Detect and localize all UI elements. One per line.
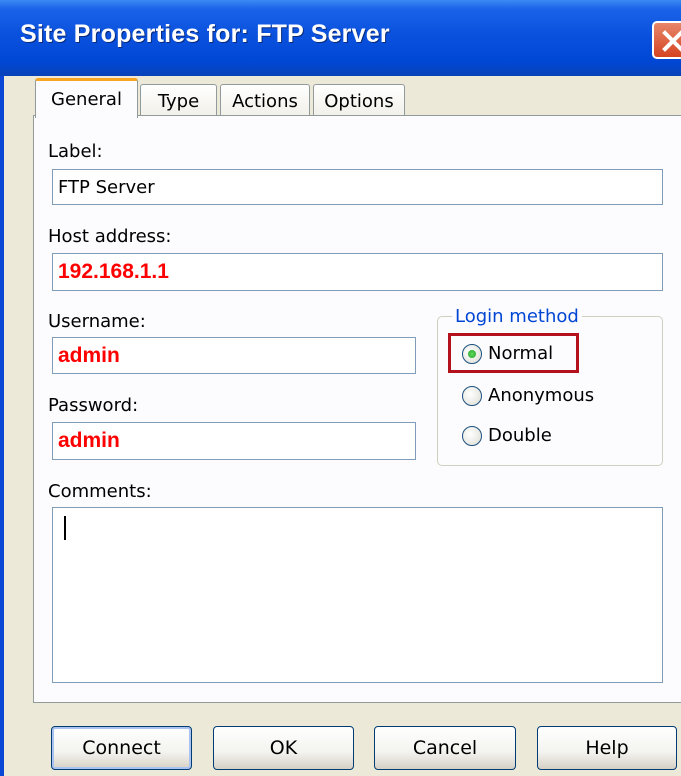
- window-border: [0, 76, 4, 776]
- tab-type[interactable]: Type: [140, 84, 217, 118]
- cancel-button[interactable]: Cancel: [374, 726, 516, 770]
- tab-label: Type: [157, 91, 200, 112]
- password-caption: Password:: [48, 395, 139, 416]
- host-address-input[interactable]: 192.168.1.1: [52, 253, 663, 291]
- radio-anonymous[interactable]: Anonymous: [462, 385, 594, 406]
- tab-label: Actions: [232, 91, 298, 112]
- label-caption: Label:: [48, 141, 103, 162]
- close-icon: [662, 30, 681, 52]
- username-input[interactable]: admin: [52, 337, 416, 374]
- window-title: Site Properties for: FTP Server: [20, 20, 390, 48]
- radio-double[interactable]: Double: [462, 425, 552, 446]
- login-method-legend: Login method: [452, 306, 582, 327]
- password-input[interactable]: admin: [52, 422, 416, 460]
- help-button-label: Help: [585, 737, 629, 759]
- ok-button-label: OK: [269, 737, 298, 759]
- close-button[interactable]: [652, 21, 681, 59]
- radio-button-icon[interactable]: [462, 425, 482, 446]
- highlight-annotation: [448, 333, 579, 373]
- title-bar[interactable]: Site Properties for: FTP Server: [0, 0, 681, 76]
- connect-button[interactable]: Connect: [51, 726, 192, 770]
- radio-button-icon[interactable]: [462, 385, 482, 406]
- help-button[interactable]: Help: [537, 726, 677, 770]
- host-caption: Host address:: [48, 226, 172, 247]
- tab-label: General: [51, 89, 122, 110]
- text-caret: [64, 516, 66, 540]
- comments-caption: Comments:: [48, 481, 152, 502]
- ok-button[interactable]: OK: [213, 726, 354, 770]
- tab-options[interactable]: Options: [313, 84, 405, 118]
- tab-general[interactable]: General: [35, 78, 138, 118]
- radio-anonymous-label: Anonymous: [488, 385, 595, 406]
- username-value: admin: [58, 343, 120, 367]
- comments-textarea[interactable]: [52, 507, 663, 683]
- radio-double-label: Double: [488, 425, 552, 446]
- cancel-button-label: Cancel: [412, 737, 478, 759]
- label-input-value: FTP Server: [58, 176, 155, 198]
- tab-actions[interactable]: Actions: [220, 84, 310, 118]
- label-input[interactable]: FTP Server: [52, 169, 663, 205]
- tab-label: Options: [324, 91, 394, 112]
- host-address-value: 192.168.1.1: [58, 260, 169, 283]
- username-caption: Username:: [48, 311, 146, 332]
- connect-button-label: Connect: [82, 737, 161, 759]
- password-value: admin: [58, 429, 120, 452]
